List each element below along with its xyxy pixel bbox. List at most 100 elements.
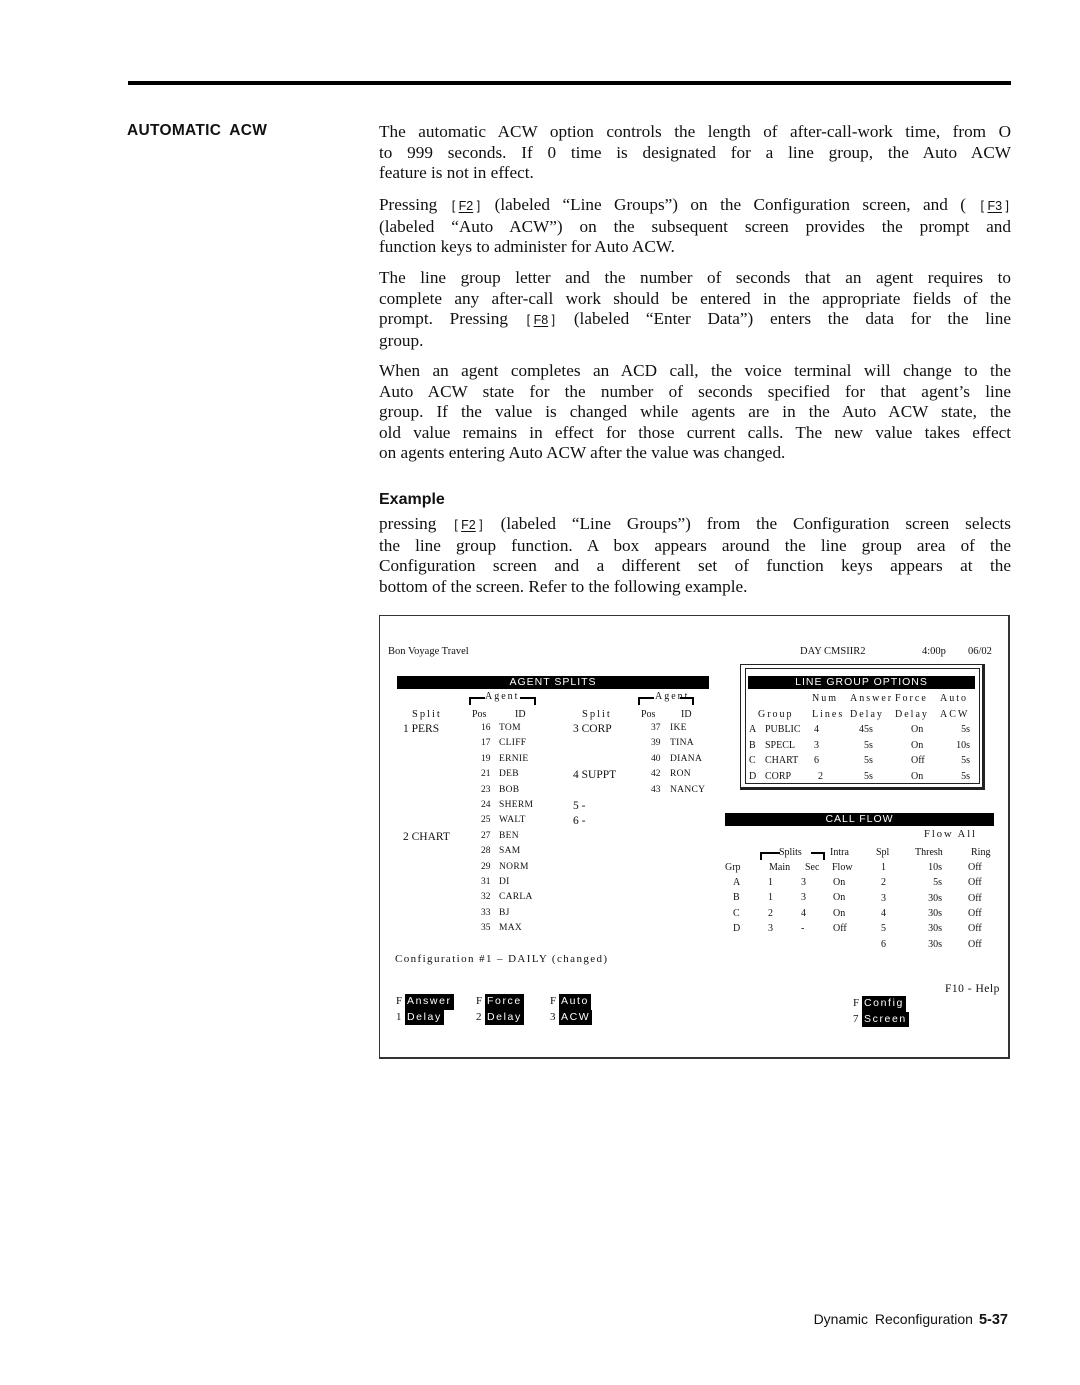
col-split: Split <box>582 709 612 720</box>
fkey-label-line1: Answer <box>405 994 454 1010</box>
lgo-answer-delay: 5s <box>864 755 873 766</box>
fkey-letter: F <box>853 997 860 1009</box>
status-date: 06/02 <box>968 646 992 657</box>
fkey-number: 7 <box>853 1012 859 1025</box>
cf-grp: C <box>733 907 740 919</box>
agent-pos: 39 <box>651 738 661 749</box>
lgo-auto-acw: 10s <box>956 739 970 751</box>
agent-id: DEB <box>499 769 519 780</box>
paragraph-line-group-letter: The line group letter and the number of … <box>379 268 1011 351</box>
fkey-label-line1: Auto <box>559 994 591 1010</box>
lgo-auto-acw: 5s <box>961 770 970 782</box>
lgo-header: Delay <box>850 709 884 720</box>
lgo-header: Group <box>758 709 794 720</box>
lgo-force-delay: On <box>911 724 924 735</box>
col-pos: Pos <box>472 709 487 720</box>
agent-bracket-left-1 <box>469 697 485 705</box>
col-split: Split <box>412 709 442 720</box>
col-spl: Spl <box>876 847 890 858</box>
cf-sec: 3 <box>801 892 806 904</box>
agent-pos: 43 <box>651 784 661 795</box>
company-name: Bon Voyage Travel <box>388 646 469 657</box>
agent-pos: 24 <box>481 800 491 810</box>
col-grp: Grp <box>725 862 741 873</box>
cf-sec: 4 <box>801 907 806 919</box>
fkey-label-line1: Force <box>485 994 524 1010</box>
text-line: The line group letter and the number of … <box>379 268 1011 287</box>
call-flow-title: CALL FLOW <box>725 813 994 826</box>
function-key-name: F3 <box>987 199 1003 213</box>
fkey-label-line1: Config <box>862 996 906 1012</box>
split-name: 4 SUPPT <box>573 769 617 782</box>
cf-sec: - <box>801 922 805 934</box>
text-line: the line group function. A box appears a… <box>379 535 1011 555</box>
function-key-f2[interactable]: F Force 2 Delay <box>476 994 524 1025</box>
cf-intra-flow: Off <box>833 922 847 934</box>
fkey-letter: F <box>396 995 403 1007</box>
lgo-lines: 6 <box>814 755 819 766</box>
text-line: prompt. Pressing [ F8 ] (labeled “Enter … <box>379 309 1011 331</box>
cf-grp: D <box>733 922 741 934</box>
agent-id: NANCY <box>670 784 706 795</box>
function-key-f1[interactable]: F Answer 1 Delay <box>396 994 454 1025</box>
agent-pos: 23 <box>481 784 491 795</box>
footer-section-name: Dynamic Reconfiguration <box>813 1311 973 1327</box>
split-name: 1 PERS <box>403 723 440 735</box>
text-line: Auto ACW state for the number of seconds… <box>379 381 1011 401</box>
lgo-lines: 2 <box>818 770 823 782</box>
cf-main: 1 <box>768 877 773 888</box>
lgo-group: CORP <box>765 770 792 782</box>
col-flow: Flow <box>832 862 853 873</box>
paragraph-agent-completes-call: When an agent completes an ACD call, the… <box>379 361 1011 464</box>
agent-bracket-right-2 <box>680 697 694 705</box>
paragraph-auto-acw-intro: The automatic ACW option controls the le… <box>379 122 1011 184</box>
cf-thresh: 30s <box>928 907 942 919</box>
cf-ring: Off <box>968 877 982 889</box>
agent-id: CLIFF <box>499 738 527 749</box>
col-id: ID <box>681 709 692 720</box>
function-key-f3[interactable]: F Auto 3 ACW <box>550 994 593 1025</box>
fkey-number: 2 <box>476 1010 482 1023</box>
agent-id: ERNIE <box>499 753 529 764</box>
agent-pos: 33 <box>481 907 491 918</box>
agent-pos: 32 <box>481 892 491 903</box>
col-intra: Intra <box>830 847 849 858</box>
lgo-lines: 3 <box>814 739 819 751</box>
agent-id: DIANA <box>670 753 703 764</box>
split-name: 5 - <box>573 800 586 812</box>
lgo-auto-acw: 5s <box>961 724 970 735</box>
lgo-header: ACW <box>940 709 970 720</box>
function-key-ref: [ F3 ] <box>980 199 1009 213</box>
agent-pos: 21 <box>481 769 491 780</box>
lgo-letter: C <box>749 755 756 766</box>
paragraph-pressing-f2-f3: Pressing [ F2 ] (labeled “Line Groups”) … <box>379 195 1011 258</box>
lgo-answer-delay: 45s <box>859 724 873 735</box>
paragraph-example: pressing [ F2 ] (labeled “Line Groups”) … <box>379 514 1011 597</box>
function-key-ref: [ F2 ] <box>451 199 481 213</box>
agent-pos: 16 <box>481 723 491 733</box>
agent-pos: 42 <box>651 769 661 780</box>
agent-id: BJ <box>499 907 510 918</box>
split-name: 2 CHART <box>403 830 450 843</box>
cf-main: 1 <box>768 892 773 904</box>
agent-pos: 35 <box>481 923 491 934</box>
lgo-lines: 4 <box>814 724 819 735</box>
cf-intra-flow: On <box>833 892 846 904</box>
lgo-group: CHART <box>765 755 799 766</box>
cf-thresh: 5s <box>933 877 942 889</box>
lgo-answer-delay: 5s <box>864 770 873 782</box>
agent-pos: 27 <box>481 830 491 841</box>
lgo-force-delay: On <box>911 770 924 782</box>
agent-pos: 19 <box>481 753 491 764</box>
col-thresh: Thresh <box>915 847 943 858</box>
agent-pos: 29 <box>481 861 491 872</box>
cf-ring: Off <box>968 907 982 919</box>
help-key-label[interactable]: F10 - Help <box>945 983 1000 995</box>
function-key-f7[interactable]: F Config 7 Screen <box>853 996 909 1027</box>
lgo-header: Lines <box>812 709 845 720</box>
split-name: 3 CORP <box>573 723 612 735</box>
text-line: When an agent completes an ACD call, the… <box>379 361 1011 380</box>
cf-grp: B <box>733 892 740 904</box>
fkey-number: 1 <box>396 1010 402 1023</box>
section-heading: AUTOMATIC ACW <box>127 122 268 139</box>
